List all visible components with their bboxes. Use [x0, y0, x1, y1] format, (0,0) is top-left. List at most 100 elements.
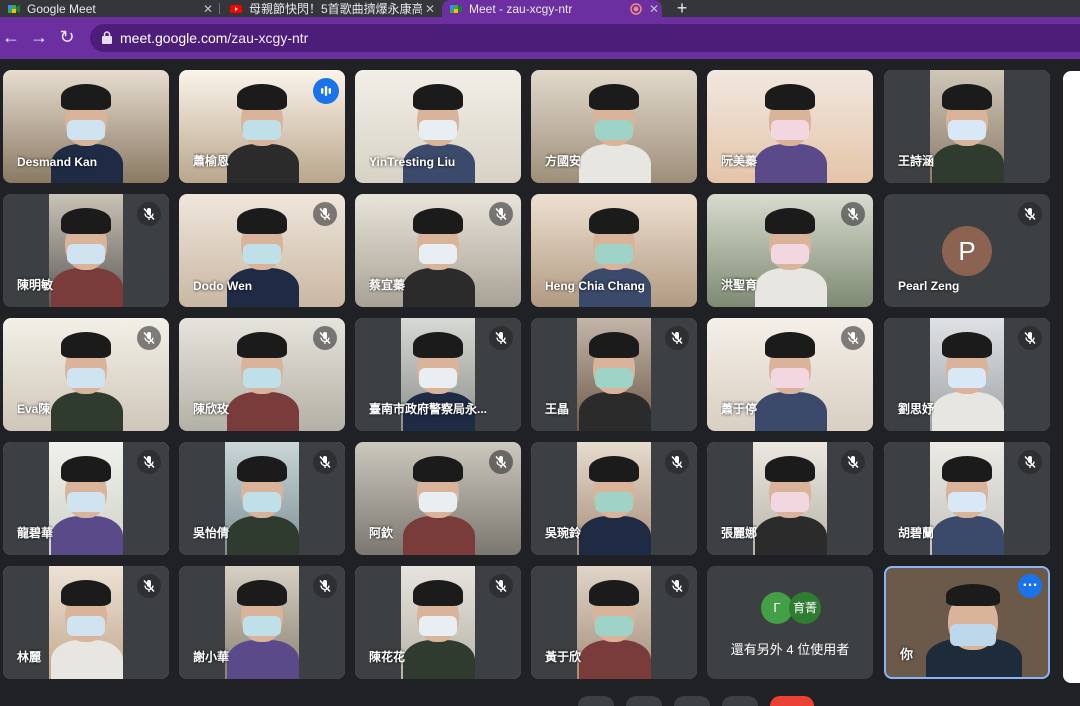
participant-tile[interactable]: 劉思妤 — [884, 318, 1050, 431]
participant-tile[interactable]: 謝小華 — [179, 566, 345, 679]
close-tab-icon[interactable]: ✕ — [422, 2, 438, 16]
participant-tile[interactable]: 阮美蓁 — [707, 70, 873, 183]
person-body — [51, 516, 123, 555]
leave-call-button[interactable] — [770, 696, 814, 706]
participant-tile[interactable]: 陳欣玫 — [179, 318, 345, 431]
person-hair — [942, 456, 992, 482]
others-tile[interactable]: Γ 育菁 還有另外 4 位使用者 — [707, 566, 873, 679]
tab-google-meet[interactable]: Google Meet ✕ — [0, 0, 216, 17]
tab-meet-active[interactable]: Meet - zau-xcgy-ntr ✕ — [442, 0, 662, 17]
participant-tile[interactable]: 黃于欣 — [531, 566, 697, 679]
control-button[interactable] — [578, 696, 614, 706]
avatar: P — [942, 226, 992, 276]
person-hair — [413, 208, 463, 234]
participant-tile[interactable]: 洪聖育 — [707, 194, 873, 307]
person-hair — [942, 332, 992, 358]
control-button[interactable] — [674, 696, 710, 706]
participant-name: 胡碧蘭 — [898, 526, 935, 540]
participant-tile[interactable]: 阿欽 — [355, 442, 521, 555]
person-hair — [589, 456, 639, 482]
url-host: meet.google.com — [120, 30, 228, 46]
participant-tile[interactable]: YinTresting Liu — [355, 70, 521, 183]
participant-name: 王晶 — [545, 402, 570, 416]
participant-tile[interactable]: 胡碧蘭 — [884, 442, 1050, 555]
face-mask — [419, 368, 457, 388]
participant-tile[interactable]: 王晶 — [531, 318, 697, 431]
person-hair — [589, 84, 639, 110]
close-tab-icon[interactable]: ✕ — [200, 2, 216, 16]
person-body — [51, 268, 123, 307]
participant-name: Eva陳 — [17, 402, 51, 416]
face-mask — [419, 120, 457, 140]
participant-tile[interactable]: 吳怡倩 — [179, 442, 345, 555]
participant-tile[interactable]: P Pearl Zeng — [884, 194, 1050, 307]
participant-name: 洪聖育 — [721, 278, 758, 292]
participant-name: 阮美蓁 — [721, 154, 758, 168]
address-bar[interactable]: meet.google.com/zau-xcgy-ntr — [90, 24, 1080, 52]
side-panel[interactable] — [1063, 71, 1080, 683]
face-mask — [948, 120, 986, 140]
forward-icon[interactable]: → — [28, 26, 50, 48]
participant-tile[interactable]: 吳琬鈴 — [531, 442, 697, 555]
tab-youtube[interactable]: 母親節快閃！5首歌曲擠爆永康高 ✕ — [222, 0, 438, 17]
participant-name: Pearl Zeng — [898, 279, 960, 293]
participant-tile[interactable]: 臺南市政府警察局永... — [355, 318, 521, 431]
person-hair — [765, 84, 815, 110]
recording-indicator-icon — [630, 2, 642, 15]
person-body — [932, 392, 1004, 431]
reload-icon[interactable]: ↻ — [56, 26, 78, 48]
participant-tile[interactable]: 陳明敏 — [3, 194, 169, 307]
participant-name: 方國安 — [545, 154, 582, 168]
person-body — [227, 516, 299, 555]
person-body — [403, 516, 475, 555]
self-video-mask — [950, 624, 996, 646]
meeting-controls-bar — [0, 689, 1080, 706]
mic-off-icon — [137, 202, 161, 226]
person-hair — [765, 208, 815, 234]
control-button[interactable] — [626, 696, 662, 706]
person-body — [403, 268, 475, 307]
tab-title: Meet - zau-xcgy-ntr — [469, 1, 573, 16]
person-body — [755, 516, 827, 555]
face-mask — [67, 120, 105, 140]
participant-name: 阿欽 — [369, 526, 394, 540]
close-tab-icon[interactable]: ✕ — [646, 2, 662, 16]
participant-tile[interactable]: 蕭榆恩 — [179, 70, 345, 183]
face-mask — [243, 616, 281, 636]
control-button[interactable] — [722, 696, 758, 706]
mic-off-icon — [665, 450, 689, 474]
face-mask — [419, 616, 457, 636]
participant-name: Desmand Kan — [17, 155, 98, 169]
participant-name: 臺南市政府警察局永... — [369, 402, 488, 416]
participant-tile[interactable]: 張麗娜 — [707, 442, 873, 555]
participant-tile[interactable]: Desmand Kan — [3, 70, 169, 183]
letterbox-bar — [1004, 70, 1050, 183]
mic-off-icon — [1018, 450, 1042, 474]
participant-tile[interactable]: 方國安 — [531, 70, 697, 183]
face-mask — [595, 120, 633, 140]
participant-tile[interactable]: 蕭于停 — [707, 318, 873, 431]
participant-tile[interactable]: 龍碧華 — [3, 442, 169, 555]
participant-name: 張麗娜 — [721, 526, 758, 540]
mic-off-icon — [313, 202, 337, 226]
back-icon[interactable]: ← — [0, 26, 22, 48]
self-tile[interactable]: … 你 — [884, 566, 1050, 679]
tab-strip: Google Meet ✕ 母親節快閃！5首歌曲擠爆永康高 ✕ Meet - z… — [0, 0, 1080, 18]
participant-tile[interactable]: 陳花花 — [355, 566, 521, 679]
face-mask — [419, 492, 457, 512]
participant-tile[interactable]: Dodo Wen — [179, 194, 345, 307]
face-mask — [595, 368, 633, 388]
lock-icon — [102, 31, 112, 44]
person-hair — [765, 456, 815, 482]
face-mask — [771, 492, 809, 512]
participant-tile[interactable]: Eva陳 — [3, 318, 169, 431]
person-hair — [61, 84, 111, 110]
participant-tile[interactable]: Heng Chia Chang — [531, 194, 697, 307]
face-mask — [67, 616, 105, 636]
participant-tile[interactable]: 蔡宜蓁 — [355, 194, 521, 307]
more-options-icon[interactable]: … — [1018, 574, 1042, 598]
mic-off-icon — [1018, 202, 1042, 226]
participant-tile[interactable]: 林麗 — [3, 566, 169, 679]
participant-name: 陳花花 — [369, 650, 406, 664]
participant-tile[interactable]: 王詩涵 — [884, 70, 1050, 183]
